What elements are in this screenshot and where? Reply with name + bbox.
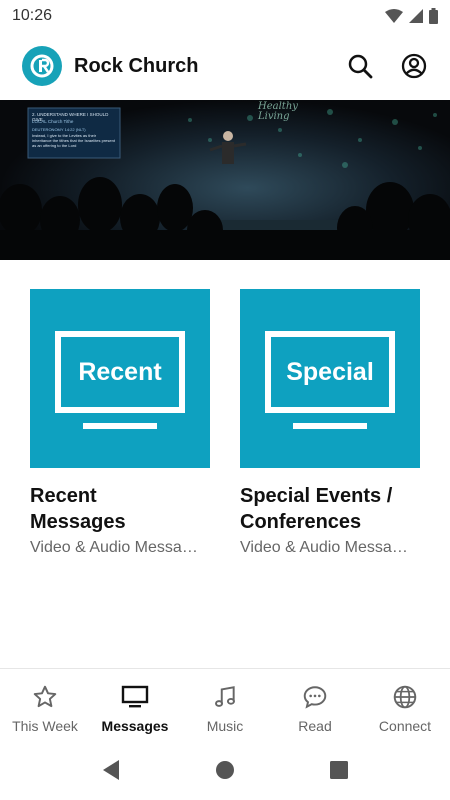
nav-item-music[interactable]: Music: [180, 669, 270, 740]
chat-bubble-icon: [302, 683, 328, 711]
nav-item-read[interactable]: Read: [270, 669, 360, 740]
card-title: Recent Messages: [30, 483, 210, 535]
card-title-line1: Special Events /: [240, 485, 393, 507]
back-icon[interactable]: [99, 758, 123, 782]
app-title: Rock Church: [74, 54, 199, 77]
series-title: Healthy Living: [258, 101, 298, 122]
tv-icon: [121, 683, 149, 711]
card-title-line1: Recent: [30, 485, 97, 507]
tv-stand: [293, 423, 367, 429]
search-icon[interactable]: [346, 52, 374, 80]
card-recent-messages[interactable]: Recent Recent Messages Video & Audio Mes…: [30, 289, 210, 557]
card-title: Special Events / Conferences: [240, 483, 420, 535]
nav-label: Read: [298, 718, 332, 734]
tv-icon: Recent: [55, 331, 185, 413]
card-thumb-text: Recent: [78, 357, 162, 386]
status-time: 10:26: [12, 7, 53, 24]
app-bar: Rock Church: [0, 32, 450, 100]
slide-body: Instead, I give to the Levites as their …: [32, 133, 115, 148]
star-icon: [32, 683, 58, 711]
account-icon[interactable]: [400, 52, 428, 80]
card-special-events[interactable]: Special Special Events / Conferences Vid…: [240, 289, 420, 557]
nav-item-messages[interactable]: Messages: [90, 669, 180, 740]
card-thumb-text: Special: [286, 357, 374, 386]
bottom-nav: This Week Messages Music Read Connect: [0, 668, 450, 740]
nav-item-this-week[interactable]: This Week: [0, 669, 90, 740]
nav-label: Connect: [378, 718, 432, 734]
card-title-line2: Messages: [30, 511, 126, 533]
slide-subheading: LOCAL Church Tithe: [32, 119, 74, 124]
music-note-icon: [212, 683, 238, 711]
system-nav: [0, 740, 450, 800]
wifi-icon: [385, 9, 403, 23]
nav-label: Music: [206, 718, 244, 734]
nav-item-connect[interactable]: Connect: [360, 669, 450, 740]
rock-church-logo[interactable]: [22, 46, 62, 86]
hero-image: [0, 100, 450, 260]
battery-icon: [429, 8, 438, 24]
card-thumbnail: Special: [240, 289, 420, 468]
tv-icon: Special: [265, 331, 395, 413]
nav-label: This Week: [12, 718, 78, 734]
globe-icon: [392, 683, 418, 711]
nav-label: Messages: [101, 718, 169, 734]
signal-icon: [409, 9, 423, 23]
hero-banner[interactable]: 2. UNDERSTAND WHERE I SHOULD GIVE. LOCAL…: [0, 100, 450, 260]
message-categories: Recent Recent Messages Video & Audio Mes…: [30, 289, 420, 557]
recents-icon[interactable]: [327, 758, 351, 782]
card-thumbnail: Recent: [30, 289, 210, 468]
status-bar: 10:26: [0, 0, 450, 32]
card-subtitle: Video & Audio Messages: [240, 539, 415, 556]
app-actions: [346, 52, 428, 80]
tv-stand: [83, 423, 157, 429]
card-subtitle: Video & Audio Messages: [30, 539, 205, 556]
home-icon[interactable]: [213, 758, 237, 782]
status-icons: [385, 8, 438, 24]
card-title-line2: Conferences: [240, 511, 362, 533]
slide-quote-ref: DEUTERONOMY 14:22 (NLT): [32, 127, 86, 132]
